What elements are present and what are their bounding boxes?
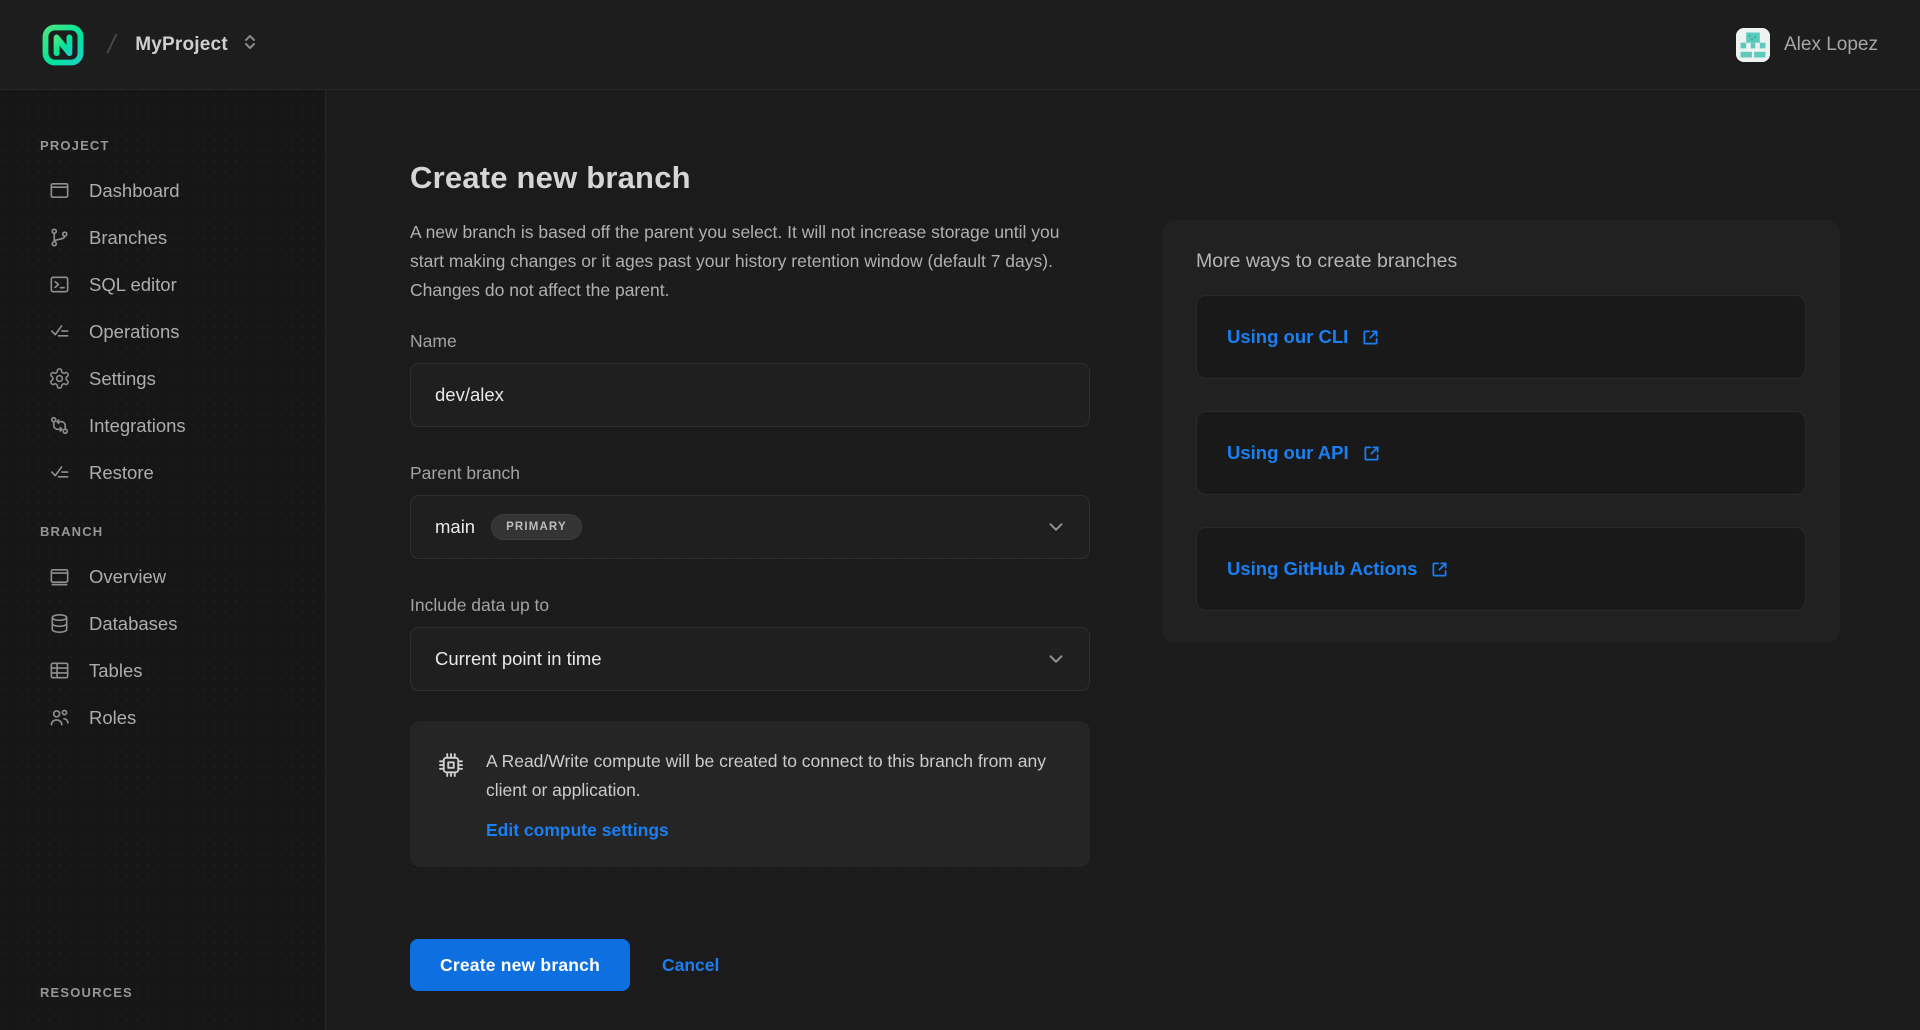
name-label: Name [410,331,1090,352]
breadcrumb-separator: / [105,29,119,60]
sidebar-section-label: RESOURCES [40,985,301,1000]
top-bar: / MyProject [0,0,1920,90]
users-icon [48,706,71,729]
page-title: Create new branch [410,160,1090,196]
name-field-group: Name [410,331,1090,427]
sidebar-item-settings[interactable]: Settings [40,355,301,402]
checklist-icon [48,320,71,343]
include-data-field-group: Include data up to Current point in time [410,595,1090,691]
user-name: Alex Lopez [1784,34,1878,56]
window-icon [48,565,71,588]
sidebar-section-branch: BRANCH Overview Databases [40,524,301,741]
sidebar-item-roles[interactable]: Roles [40,694,301,741]
api-card[interactable]: Using our API [1196,411,1806,495]
cli-link-label: Using our CLI [1227,326,1348,348]
api-link[interactable]: Using our API [1227,442,1382,464]
sidebar-item-sql-editor[interactable]: SQL editor [40,261,301,308]
sidebar-item-overview[interactable]: Overview [40,553,301,600]
avatar [1736,28,1770,62]
app-root: / MyProject [0,0,1920,1030]
form-actions: Create new branch Cancel [410,939,1090,991]
include-data-label: Include data up to [410,595,1090,616]
include-data-value: Current point in time [435,648,602,670]
parent-branch-select[interactable]: main PRIMARY [410,495,1090,559]
compute-note: A Read/Write compute will be created to … [410,721,1090,867]
dashboard-icon [48,179,71,202]
parent-branch-label: Parent branch [410,463,1090,484]
main-content: Create new branch A new branch is based … [326,90,1920,1030]
sidebar-section-label: BRANCH [40,524,301,539]
sidebar-item-restore[interactable]: Restore [40,449,301,496]
project-name: MyProject [135,34,228,56]
more-ways-title: More ways to create branches [1196,250,1806,273]
neon-logo-icon [42,24,84,66]
sidebar-item-label: Branches [89,227,167,249]
sidebar-section-resources: RESOURCES [40,985,301,1016]
external-link-icon [1360,327,1381,348]
sidebar-section-project: PROJECT Dashboard Branches [40,138,301,496]
sidebar-item-label: Tables [89,660,142,682]
database-icon [48,612,71,635]
page-description: A new branch is based off the parent you… [410,218,1090,305]
include-data-select[interactable]: Current point in time [410,627,1090,691]
cli-link[interactable]: Using our CLI [1227,326,1381,348]
github-actions-card[interactable]: Using GitHub Actions [1196,527,1806,611]
sidebar-item-dashboard[interactable]: Dashboard [40,167,301,214]
cpu-chip-icon [436,750,466,780]
sidebar-item-label: Dashboard [89,180,180,202]
chevron-down-icon [1045,516,1067,538]
edit-compute-settings-link[interactable]: Edit compute settings [486,820,669,841]
user-menu[interactable]: Alex Lopez [1736,28,1878,62]
table-icon [48,659,71,682]
sidebar-item-label: Databases [89,613,177,635]
compute-note-text: A Read/Write compute will be created to … [486,747,1046,805]
create-branch-button[interactable]: Create new branch [410,939,630,991]
sidebar-section-label: PROJECT [40,138,301,153]
sidebar-item-label: Restore [89,462,154,484]
branch-name-input[interactable] [410,363,1090,427]
sidebar-item-tables[interactable]: Tables [40,647,301,694]
sidebar-item-databases[interactable]: Databases [40,600,301,647]
create-branch-form: Create new branch A new branch is based … [410,160,1090,991]
cancel-link[interactable]: Cancel [662,955,719,976]
external-link-icon [1429,559,1450,580]
sidebar-item-label: Operations [89,321,180,343]
sidebar: PROJECT Dashboard Branches [0,90,326,1030]
git-branch-icon [48,226,71,249]
sidebar-item-integrations[interactable]: Integrations [40,402,301,449]
more-ways-panel: More ways to create branches Using our C… [1162,220,1840,643]
parent-branch-field-group: Parent branch main PRIMARY [410,463,1090,559]
chevron-down-icon [1045,648,1067,670]
sidebar-item-label: SQL editor [89,274,177,296]
neon-logo[interactable] [42,24,84,66]
sidebar-item-branches[interactable]: Branches [40,214,301,261]
sidebar-item-label: Integrations [89,415,186,437]
terminal-icon [48,273,71,296]
primary-badge: PRIMARY [491,514,582,540]
sidebar-item-operations[interactable]: Operations [40,308,301,355]
chevrons-up-down-icon [242,32,258,57]
cli-card[interactable]: Using our CLI [1196,295,1806,379]
external-link-icon [1361,443,1382,464]
project-switcher[interactable]: MyProject [135,32,258,57]
sidebar-item-label: Roles [89,707,136,729]
sidebar-item-label: Overview [89,566,166,588]
workflow-icon [48,414,71,437]
gear-icon [48,367,71,390]
checklist-icon [48,461,71,484]
sidebar-item-label: Settings [89,368,156,390]
api-link-label: Using our API [1227,442,1349,464]
github-actions-link-label: Using GitHub Actions [1227,558,1417,580]
github-actions-link[interactable]: Using GitHub Actions [1227,558,1450,580]
parent-branch-value: main [435,516,475,538]
